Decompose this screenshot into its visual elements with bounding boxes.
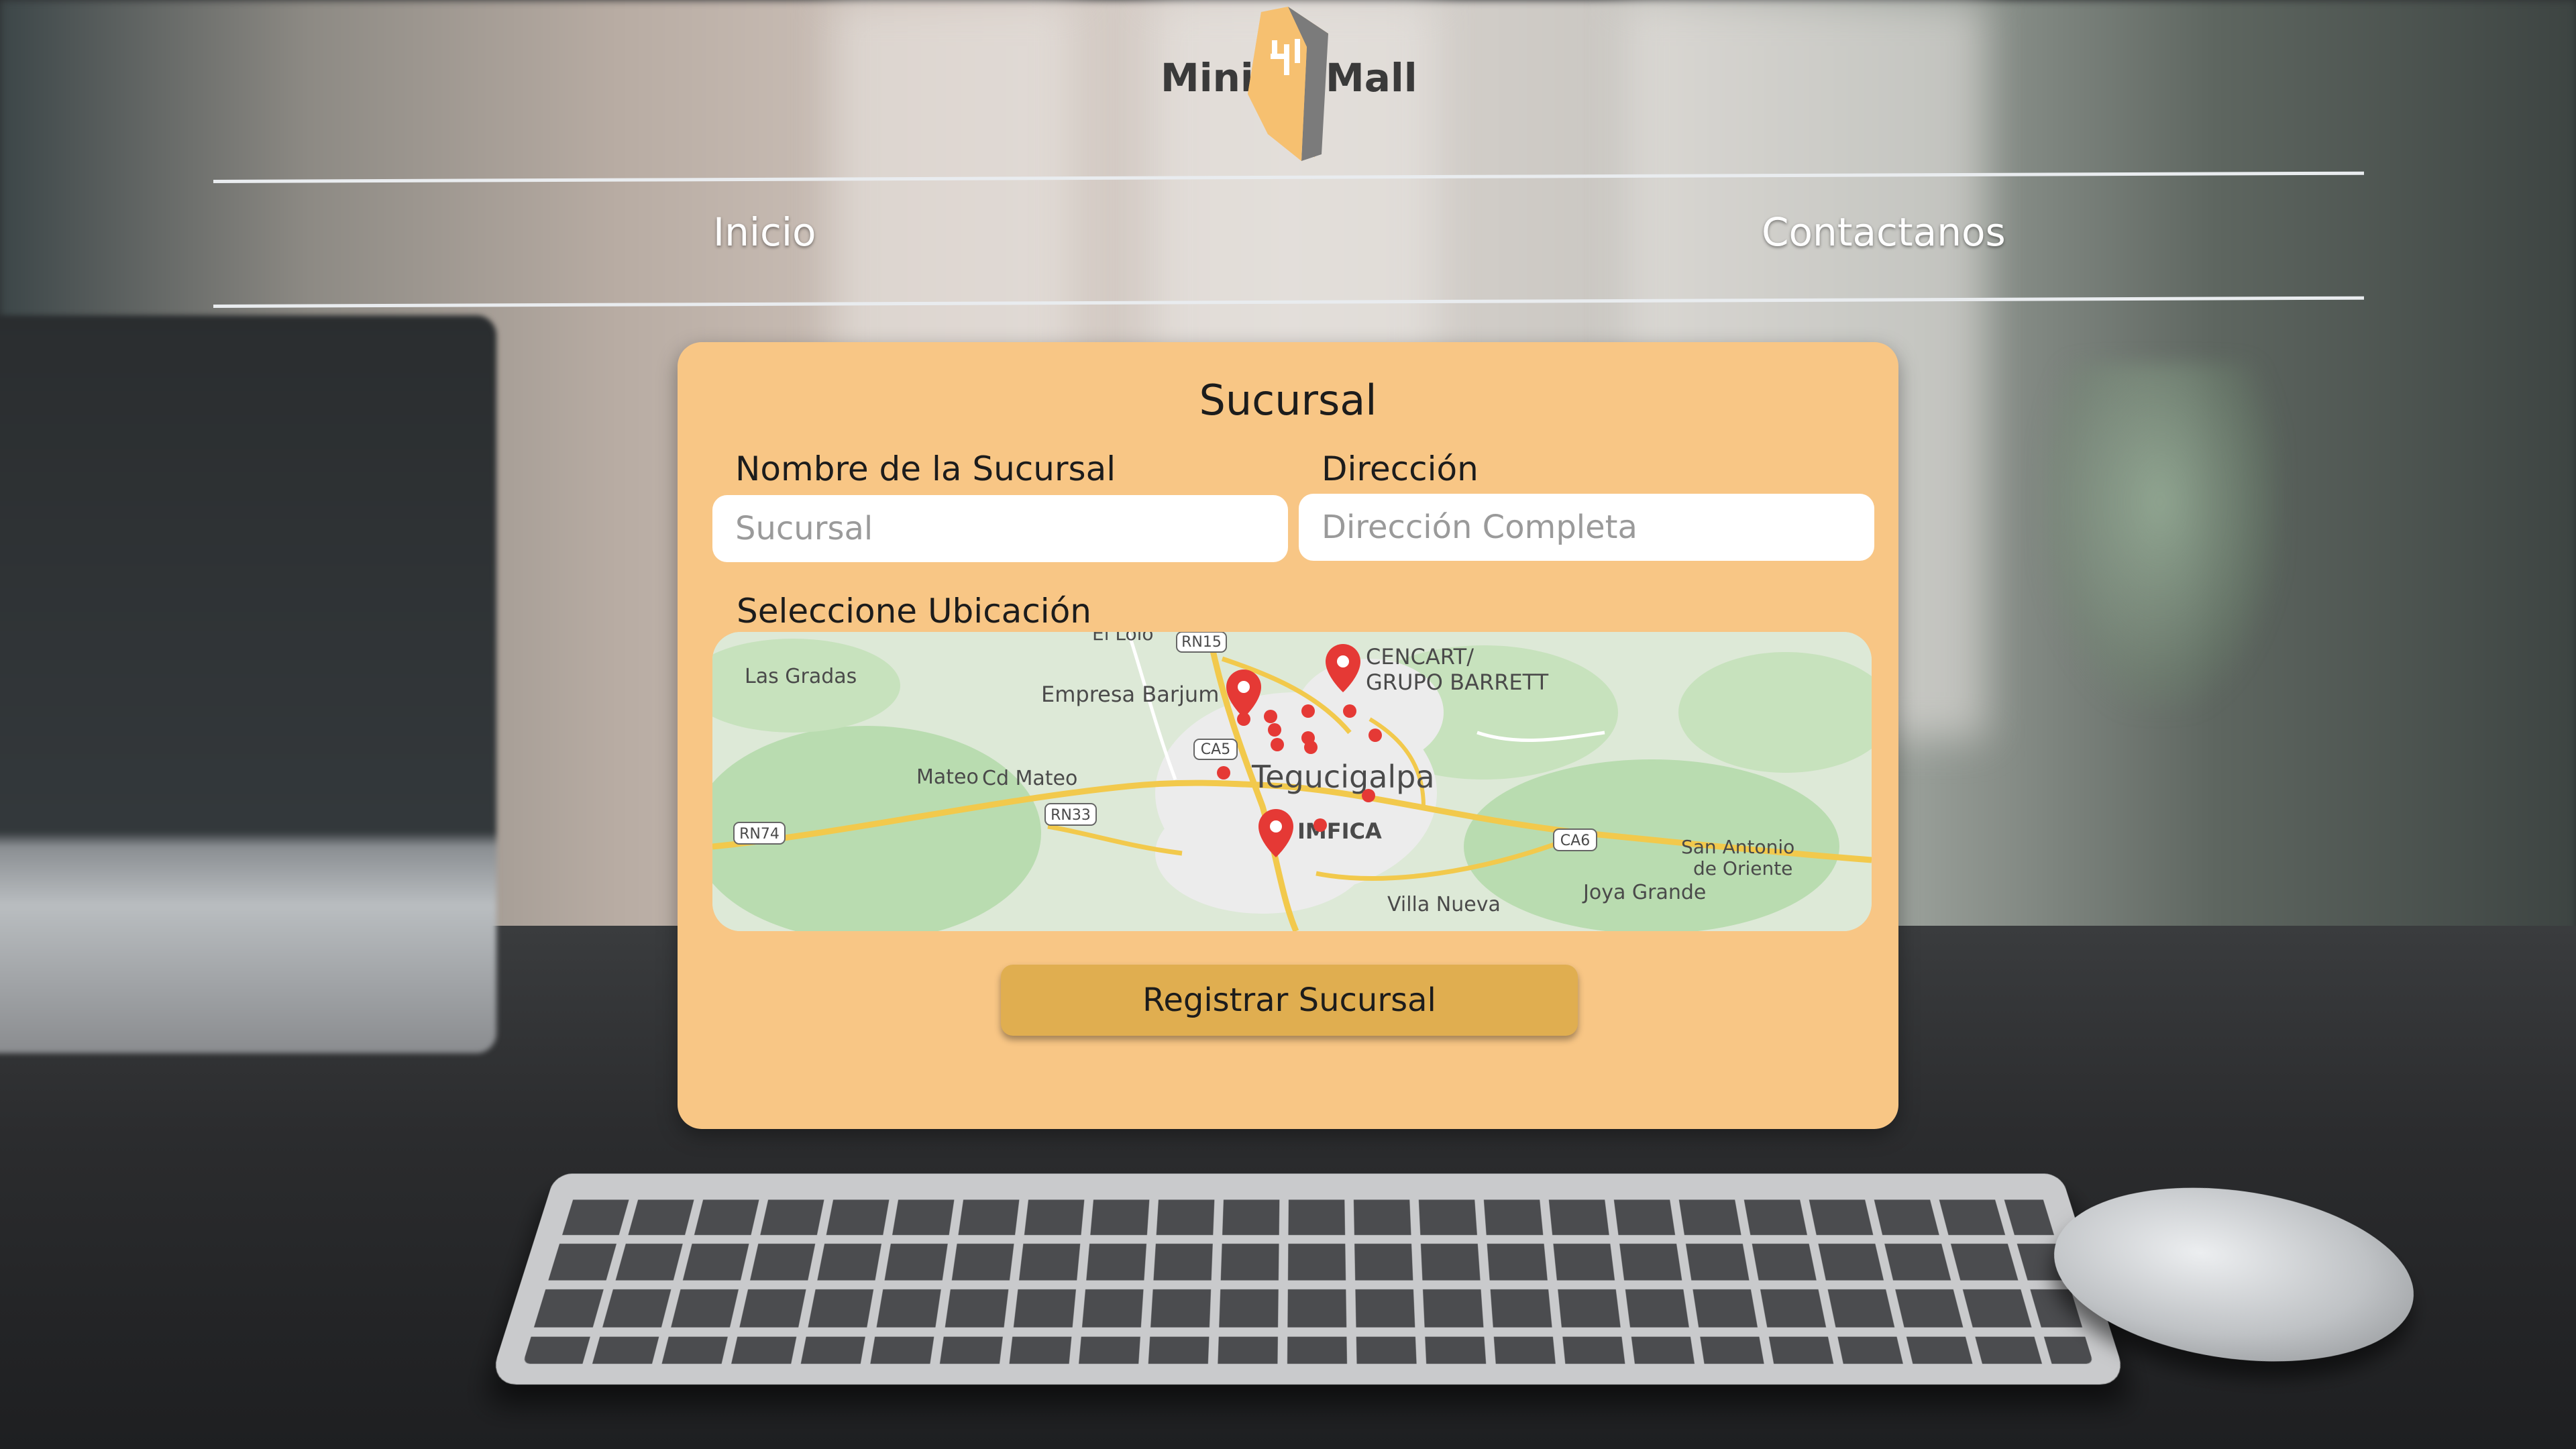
brand-right-word: Mall (1326, 55, 1417, 101)
address-label: Dirección (1322, 449, 1479, 488)
map-place-label: Mateo (916, 765, 979, 789)
map-label: Seleccione Ubicación (737, 592, 1091, 631)
route-shield: CA6 (1553, 828, 1597, 851)
background-keyboard (488, 1173, 2128, 1385)
map-city-label: Tegucigalpa (1251, 759, 1435, 795)
route-label: RN33 (1051, 807, 1091, 824)
branch-name-input[interactable] (712, 495, 1288, 562)
map-place-label: Villa Nueva (1387, 893, 1501, 916)
route-shield: RN15 (1176, 632, 1227, 653)
route-label: RN74 (739, 826, 780, 843)
background-glass (2039, 362, 2281, 711)
location-map[interactable]: RN15 CA5 RN33 RN74 CA6 Las Gradas El Lol… (712, 632, 1872, 931)
map-place-label: GRUPO BARRETT (1366, 669, 1549, 695)
branch-name-label: Nombre de la Sucursal (735, 449, 1116, 488)
route-shield: CA5 (1193, 739, 1238, 760)
map-place-label: Las Gradas (745, 665, 857, 688)
map-place-label: IMFICA (1297, 818, 1382, 844)
route-label: CA6 (1560, 833, 1590, 849)
map-place-label: Cd Mateo (982, 767, 1077, 790)
register-branch-button[interactable]: Registrar Sucursal (1001, 965, 1578, 1036)
map-place-label: CENCART/ (1366, 644, 1474, 669)
route-shield: RN33 (1044, 803, 1097, 826)
building-icon (1248, 7, 1328, 161)
nav-link-inicio[interactable]: Inicio (713, 209, 816, 255)
map-canvas[interactable]: RN15 CA5 RN33 RN74 CA6 Las Gradas El Lol… (712, 632, 1872, 931)
brand-logo[interactable]: Mini Mall (1161, 7, 1417, 161)
form-title: Sucursal (1199, 376, 1377, 425)
map-place-label: Empresa Barjum (1041, 682, 1219, 707)
route-label: RN15 (1181, 634, 1222, 651)
map-place-label: San Antonio (1681, 836, 1794, 858)
nav-link-contactanos[interactable]: Contactanos (1762, 209, 2006, 255)
map-place-label: El Lolo (1092, 632, 1154, 645)
background-keyboard-keys (523, 1191, 2094, 1364)
map-place-label: Joya Grande (1582, 881, 1706, 904)
address-input[interactable] (1299, 494, 1874, 561)
map-place-label: de Oriente (1693, 857, 1792, 879)
route-label: CA5 (1201, 741, 1230, 758)
route-shield: RN74 (733, 822, 786, 845)
background-laptop (0, 315, 496, 1053)
branch-form-card: Sucursal Nombre de la Sucursal Dirección… (678, 342, 1898, 1129)
